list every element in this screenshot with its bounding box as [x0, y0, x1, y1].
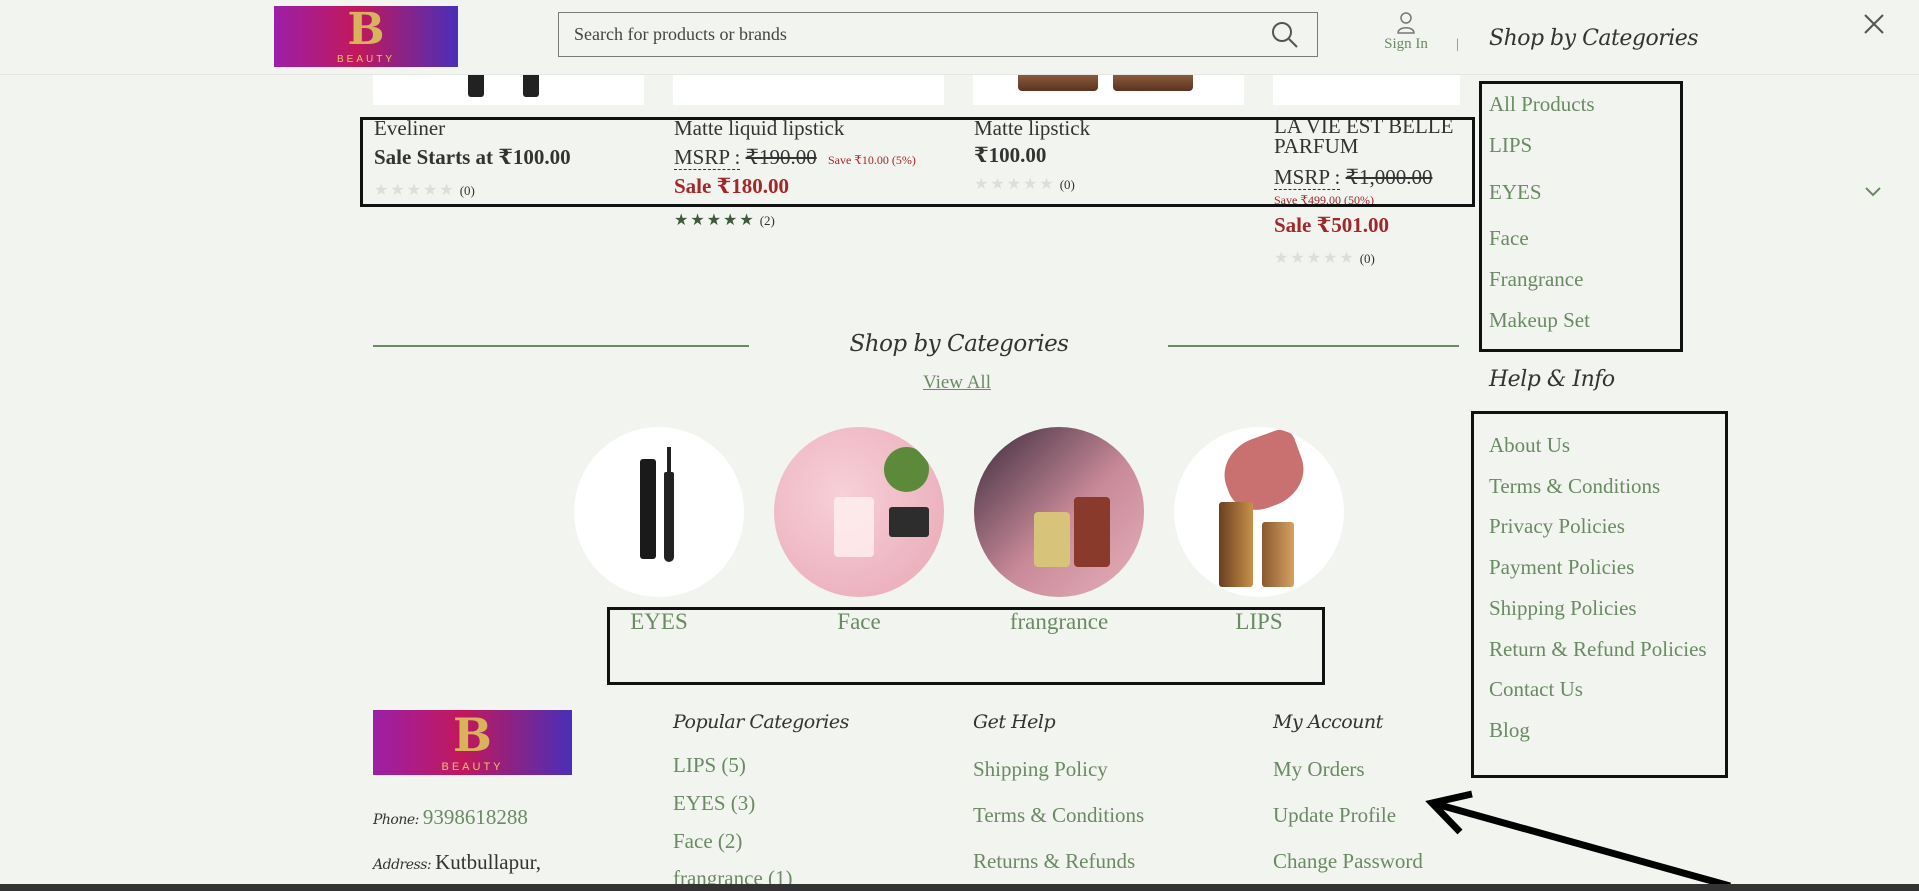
logo[interactable]: B BEAUTY — [274, 6, 458, 67]
footer-link[interactable]: Update Profile — [1273, 803, 1396, 828]
footer-link[interactable]: EYES (3) — [673, 791, 755, 816]
footer-link[interactable]: Terms & Conditions — [973, 803, 1144, 828]
phone-row: Phone: 9398618288 — [373, 805, 528, 830]
footer-link[interactable]: Face (2) — [673, 829, 742, 854]
footer-link[interactable]: My Orders — [1273, 757, 1365, 782]
perfume-image[interactable] — [974, 427, 1144, 597]
annotation-arrow-icon — [1425, 790, 1731, 890]
help-info-title: Help & Info — [1489, 367, 1615, 392]
footer-link[interactable]: Shipping Policy — [973, 757, 1108, 782]
lipstick-image[interactable] — [1174, 427, 1344, 597]
close-icon[interactable] — [1862, 12, 1886, 36]
popular-categories-title: Popular Categories — [673, 711, 849, 733]
address-label: Address: — [373, 857, 432, 873]
face-products-image[interactable] — [774, 427, 944, 597]
footer-link[interactable]: Change Password — [1273, 849, 1423, 874]
bottom-bar — [0, 884, 1919, 891]
search-input[interactable] — [559, 13, 1239, 56]
annotation-box — [607, 607, 1325, 685]
my-account-title: My Account — [1273, 711, 1383, 733]
eyeliner-image[interactable] — [574, 427, 744, 597]
sidebar-title: Shop by Categories — [1489, 26, 1699, 51]
annotation-box — [360, 117, 1475, 207]
chevron-down-icon[interactable] — [1864, 186, 1882, 198]
product-image-matte-liquid-lipstick[interactable] — [673, 75, 944, 105]
rating-stars: ★★★★★ (2) — [674, 210, 775, 229]
phone-label: Phone: — [373, 812, 419, 828]
annotation-box — [1479, 81, 1683, 352]
address-row: Address: Kutbullapur, — [373, 850, 541, 875]
view-all-link[interactable]: View All — [923, 372, 991, 394]
product-image-eyeliner[interactable] — [373, 75, 644, 105]
header-separator: | — [1456, 37, 1459, 52]
product-image-matte-lipstick[interactable] — [973, 75, 1244, 105]
sale-price: Sale ₹501.00 — [1274, 213, 1389, 237]
get-help-title: Get Help — [973, 711, 1056, 733]
footer-link[interactable]: Returns & Refunds — [973, 849, 1135, 874]
sign-in-label: Sign In — [1384, 36, 1428, 52]
phone-number[interactable]: 9398618288 — [423, 805, 528, 829]
footer-logo[interactable]: B BEAUTY — [373, 710, 572, 775]
divider-right — [1168, 345, 1459, 347]
annotation-box — [1471, 411, 1728, 778]
footer-link[interactable]: LIPS (5) — [673, 753, 746, 778]
search-icon[interactable] — [1271, 21, 1299, 49]
user-icon — [1397, 12, 1415, 34]
section-title: Shop by Categories — [849, 331, 1069, 357]
sign-in-link[interactable]: Sign In — [1378, 12, 1434, 53]
divider-left — [373, 345, 749, 347]
rating-stars: ★★★★★ (0) — [1274, 248, 1375, 267]
search-box — [558, 12, 1318, 57]
address-text: Kutbullapur, — [435, 850, 542, 874]
product-image-la-vie-est-belle[interactable] — [1273, 75, 1460, 105]
